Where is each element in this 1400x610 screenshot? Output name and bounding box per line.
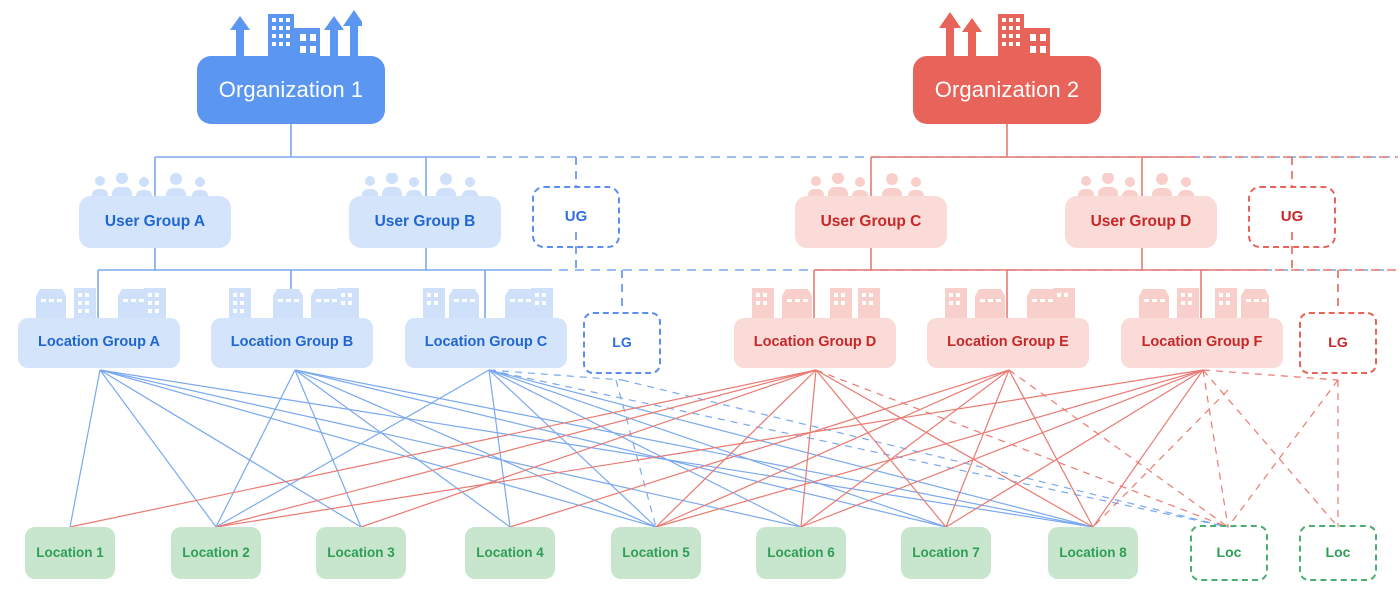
location-group-node-lgc[interactable]: Location Group C (405, 318, 567, 368)
location-label: Location 6 (767, 544, 835, 560)
user-group-label: User Group A (104, 213, 206, 231)
location-group-node-lgf[interactable]: Location Group F (1121, 318, 1283, 368)
location-node-loc1[interactable]: Location 1 (25, 527, 115, 579)
storefront-icon (36, 288, 166, 320)
location-group-placeholder-label: LG (1328, 334, 1348, 351)
user-group-placeholder-left[interactable]: UG (532, 186, 620, 248)
location-placeholder-label: Loc (1216, 544, 1242, 561)
user-group-node-ugd[interactable]: User Group D (1065, 196, 1217, 248)
location-node-loc4[interactable]: Location 4 (465, 527, 555, 579)
location-placeholder-label: Loc (1325, 544, 1351, 561)
organization-node-org1[interactable]: Organization 1 (197, 56, 385, 124)
location-node-loc6[interactable]: Location 6 (756, 527, 846, 579)
location-group-node-lgb[interactable]: Location Group B (211, 318, 373, 368)
storefront-icon (1139, 288, 1269, 320)
location-group-label: Location Group F (1141, 334, 1263, 351)
location-group-label: Location Group E (947, 334, 1069, 351)
location-placeholder-1[interactable]: Loc (1190, 525, 1268, 581)
location-group-node-lge[interactable]: Location Group E (927, 318, 1089, 368)
location-group-label: Location Group C (424, 334, 548, 351)
location-group-placeholder-right[interactable]: LG (1299, 312, 1377, 374)
location-node-loc7[interactable]: Location 7 (901, 527, 991, 579)
location-placeholder-2[interactable]: Loc (1299, 525, 1377, 581)
organization-node-org2[interactable]: Organization 2 (913, 56, 1101, 124)
storefront-icon (229, 288, 359, 320)
location-node-loc8[interactable]: Location 8 (1048, 527, 1138, 579)
organization-label: Organization 2 (934, 76, 1080, 102)
location-label: Location 8 (1059, 544, 1127, 560)
user-group-node-uga[interactable]: User Group A (79, 196, 231, 248)
location-group-label: Location Group A (38, 334, 160, 351)
location-node-loc5[interactable]: Location 5 (611, 527, 701, 579)
location-group-node-lga[interactable]: Location Group A (18, 318, 180, 368)
user-group-placeholder-label: UG (564, 207, 588, 225)
location-label: Location 2 (182, 544, 250, 560)
location-label: Location 5 (622, 544, 690, 560)
location-node-loc3[interactable]: Location 3 (316, 527, 406, 579)
storefront-icon (423, 288, 553, 320)
storefront-icon (945, 288, 1075, 320)
storefront-icon (752, 288, 880, 320)
location-label: Location 7 (912, 544, 980, 560)
org-hierarchy-diagram: Organization 1 Organization 2 User Group… (0, 0, 1400, 610)
user-group-placeholder-label: UG (1280, 207, 1304, 225)
user-group-label: User Group D (1090, 213, 1192, 231)
location-label: Location 4 (476, 544, 544, 560)
location-group-node-lgd[interactable]: Location Group D (734, 318, 896, 368)
location-node-loc2[interactable]: Location 2 (171, 527, 261, 579)
user-group-node-ugb[interactable]: User Group B (349, 196, 501, 248)
location-group-placeholder-left[interactable]: LG (583, 312, 661, 374)
organization-label: Organization 1 (218, 76, 364, 102)
location-group-label: Location Group B (230, 334, 354, 351)
location-group-label: Location Group D (753, 334, 877, 351)
location-group-placeholder-label: LG (612, 334, 632, 351)
user-group-placeholder-right[interactable]: UG (1248, 186, 1336, 248)
location-label: Location 1 (36, 544, 104, 560)
location-label: Location 3 (327, 544, 395, 560)
user-group-label: User Group C (820, 213, 922, 231)
user-group-label: User Group B (374, 213, 476, 231)
user-group-node-ugc[interactable]: User Group C (795, 196, 947, 248)
